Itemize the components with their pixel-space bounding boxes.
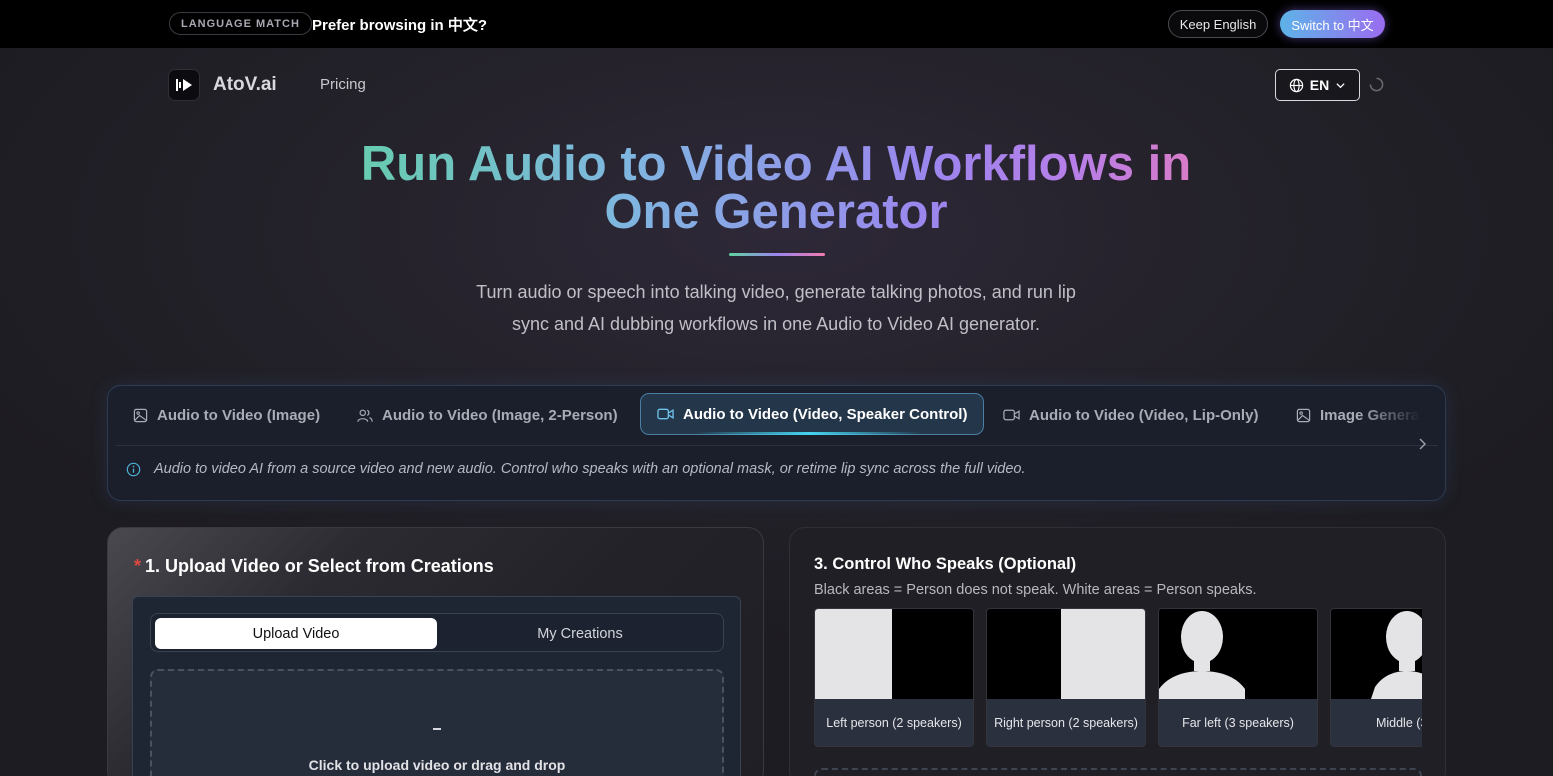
upload-panel: Upload Video My Creations Click to uploa… (132, 596, 741, 776)
logo-text[interactable]: AtoV.ai (213, 74, 277, 96)
nav-pricing-link[interactable]: Pricing (320, 76, 366, 93)
tabs-divider (116, 445, 1438, 446)
upload-video-card: * 1. Upload Video or Select from Creation… (107, 527, 764, 776)
tab-audio-to-video-image[interactable]: Audio to Video (Image) (133, 394, 320, 436)
mask-option-right-person[interactable]: Right person (2 speakers) (986, 608, 1146, 747)
mask-preview (1159, 609, 1317, 699)
tab-label: Audio to Video (Image, 2-Person) (382, 406, 618, 424)
tab-audio-to-video-image-2-person[interactable]: Audio to Video (Image, 2-Person) (357, 394, 618, 436)
info-icon (126, 462, 141, 476)
title-underline (729, 253, 825, 256)
my-creations-tab[interactable]: My Creations (439, 618, 721, 649)
mask-options: Left person (2 speakers) Right person (2… (814, 608, 1422, 750)
page-subtitle-line-1: Turn audio or speech into talking video,… (476, 282, 1076, 302)
page-subtitle: Turn audio or speech into talking video,… (426, 276, 1126, 340)
mask-upload-dropzone[interactable] (814, 768, 1422, 776)
keep-english-button[interactable]: Keep English (1168, 10, 1268, 38)
source-toggle: Upload Video My Creations (150, 613, 724, 652)
mask-label: Far left (3 speakers) (1182, 716, 1294, 730)
dropzone-text: Click to upload video or drag and drop (308, 757, 566, 773)
speaker-control-card: 3. Control Who Speaks (Optional) Black a… (789, 527, 1446, 776)
person-silhouette-icon (1159, 609, 1317, 699)
video-icon (657, 408, 674, 420)
upload-step-title-text: 1. Upload Video or Select from Creations (145, 556, 494, 576)
chevron-down-icon (1336, 82, 1345, 88)
speaker-step-subtitle: Black areas = Person does not speak. Whi… (814, 582, 1257, 598)
mask-label: Right person (2 speakers) (994, 716, 1138, 730)
logo-icon[interactable] (168, 69, 200, 101)
globe-icon (1289, 78, 1303, 92)
tab-label: Audio to Video (Image) (157, 406, 321, 424)
language-prompt: Prefer browsing in 中文? (312, 17, 488, 34)
video-dropzone[interactable]: Click to upload video or drag and drop (150, 669, 724, 776)
mask-preview (1331, 609, 1422, 699)
switch-language-button[interactable]: Switch to 中文 (1280, 10, 1385, 38)
mask-label: Left person (2 speakers) (826, 716, 962, 730)
tab-label: Audio to Video (Video, Speaker Control) (683, 405, 968, 423)
mask-option-left-person[interactable]: Left person (2 speakers) (814, 608, 974, 747)
tab-audio-to-video-speaker-control[interactable]: Audio to Video (Video, Speaker Control) (640, 393, 985, 435)
page-title-line-1: Run Audio to Video AI Workflows in (360, 137, 1192, 191)
page-subtitle-line-2: sync and AI dubbing workflows in one Aud… (511, 314, 1041, 334)
page-title: Run Audio to Video AI Workflows in One G… (276, 140, 1276, 236)
tab-description-text: Audio to video AI from a source video an… (154, 461, 1026, 477)
upload-step-title: * 1. Upload Video or Select from Creation… (134, 556, 494, 577)
speaker-step-title: 3. Control Who Speaks (Optional) (814, 555, 1077, 573)
mask-preview (815, 609, 973, 699)
language-selector[interactable]: EN (1275, 69, 1360, 101)
upload-icon (433, 728, 441, 730)
users-icon (357, 409, 373, 422)
image-icon (133, 408, 148, 422)
tab-label: Audio to Video (Video, Lip-Only) (1029, 406, 1259, 424)
tabs-fade (1358, 394, 1445, 438)
mask-preview (987, 609, 1145, 699)
active-tab-indicator (695, 432, 923, 435)
mask-option-middle[interactable]: Middle (3 sp (1330, 608, 1422, 747)
mask-label: Middle (3 sp (1375, 716, 1422, 730)
tab-audio-to-video-lip-only[interactable]: Audio to Video (Video, Lip-Only) (1003, 394, 1258, 436)
chevron-right-icon[interactable] (1415, 437, 1429, 451)
person-silhouette-icon (1331, 609, 1422, 699)
language-code: EN (1309, 77, 1330, 93)
workflow-tabs-panel: Audio to Video (Image) Audio to Video (I… (107, 385, 1446, 501)
tab-description: Audio to video AI from a source video an… (126, 461, 1026, 477)
mask-option-far-left[interactable]: Far left (3 speakers) (1158, 608, 1318, 747)
upload-video-tab[interactable]: Upload Video (155, 618, 437, 649)
language-banner: LANGUAGE MATCH Prefer browsing in 中文? Ke… (0, 0, 1553, 48)
page-title-line-2: One Generator (604, 185, 948, 239)
image-icon (1296, 408, 1311, 422)
video-icon (1003, 409, 1020, 421)
required-marker: * (134, 556, 142, 576)
language-match-badge: LANGUAGE MATCH (169, 12, 312, 35)
spinner-icon (1369, 77, 1384, 92)
